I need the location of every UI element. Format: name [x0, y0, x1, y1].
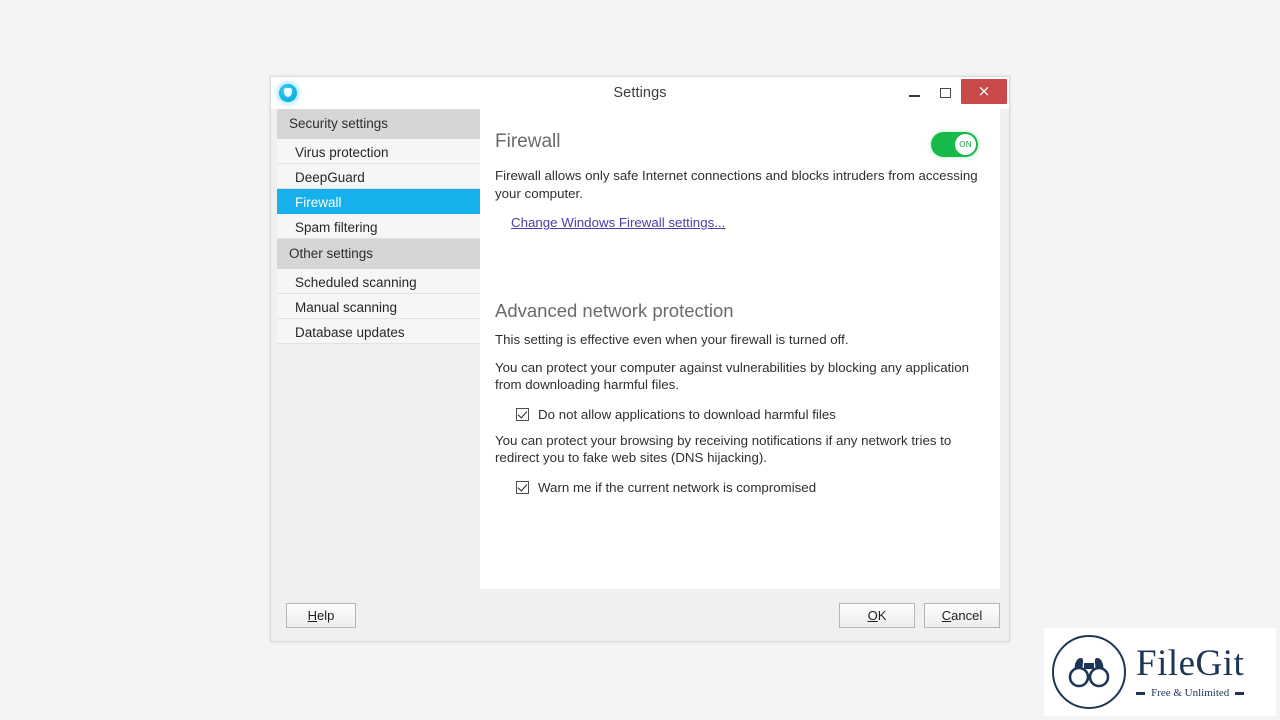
content-wrapper: Firewall ON Firewall allows only safe In…: [480, 109, 1009, 589]
sidebar-item-database-updates[interactable]: Database updates: [277, 319, 480, 344]
minimize-button[interactable]: [899, 77, 930, 109]
close-button[interactable]: ×: [961, 79, 1007, 104]
filegit-wordmark: FileGit Free & Unlimited: [1136, 643, 1245, 699]
checkbox-row-network-compromised[interactable]: Warn me if the current network is compro…: [516, 480, 978, 495]
filegit-tagline-row: Free & Unlimited: [1136, 687, 1245, 699]
close-icon: ×: [977, 82, 991, 100]
checkbox-harmful-files[interactable]: [516, 407, 529, 421]
sidebar-empty-area: [277, 344, 480, 589]
ok-button[interactable]: OK: [839, 602, 915, 628]
firewall-section-header: Firewall ON: [495, 131, 978, 157]
sidebar-item-manual-scanning[interactable]: Manual scanning: [277, 294, 480, 319]
sidebar-item-firewall[interactable]: Firewall: [277, 189, 480, 214]
sidebar-item-scheduled-scanning[interactable]: Scheduled scanning: [277, 269, 480, 294]
advanced-paragraph-1: You can protect your computer against vu…: [495, 359, 970, 393]
checkbox-network-compromised-label: Warn me if the current network is compro…: [538, 480, 817, 496]
filegit-watermark: FileGit Free & Unlimited: [1044, 628, 1276, 716]
checkbox-harmful-files-label: Do not allow applications to download ha…: [538, 406, 836, 422]
checkbox-network-compromised[interactable]: [516, 481, 529, 495]
change-windows-firewall-settings-link[interactable]: Change Windows Firewall settings...: [511, 215, 725, 230]
sidebar-item-deepguard[interactable]: DeepGuard: [277, 164, 480, 189]
binoculars-icon: [1052, 635, 1126, 709]
sidebar-group-security-settings: Security settings: [277, 109, 480, 139]
firewall-toggle[interactable]: ON: [931, 132, 978, 157]
settings-sidebar: Security settings Virus protection DeepG…: [277, 109, 480, 589]
firewall-description: Firewall allows only safe Internet conne…: [495, 168, 978, 201]
title-bar: Settings ×: [271, 77, 1009, 109]
window-body: Security settings Virus protection DeepG…: [271, 109, 1009, 589]
advanced-paragraph-2: You can protect your browsing by receivi…: [495, 432, 952, 466]
filegit-tagline: Free & Unlimited: [1151, 687, 1230, 699]
checkbox-row-harmful-files[interactable]: Do not allow applications to download ha…: [516, 407, 978, 422]
filegit-name: FileGit: [1136, 643, 1245, 684]
cancel-button[interactable]: Cancel: [924, 602, 1000, 628]
maximize-button[interactable]: [930, 77, 961, 109]
sidebar-item-spam-filtering[interactable]: Spam filtering: [277, 214, 480, 239]
tagline-rule-right: [1235, 691, 1245, 695]
tagline-rule-left: [1136, 691, 1146, 695]
window-controls: ×: [899, 77, 1009, 109]
settings-content-panel: Firewall ON Firewall allows only safe In…: [480, 109, 1000, 589]
sidebar-group-other-settings: Other settings: [277, 239, 480, 269]
firewall-title: Firewall: [495, 131, 561, 152]
dialog-footer: Help OK Cancel: [271, 589, 1009, 641]
help-button[interactable]: Help: [286, 602, 356, 628]
sidebar-item-virus-protection[interactable]: Virus protection: [277, 139, 480, 164]
advanced-note: This setting is effective even when your…: [495, 332, 849, 348]
settings-window: Settings × Security settings Virus prote…: [270, 76, 1010, 642]
minimize-icon: [909, 94, 920, 97]
advanced-network-protection-title: Advanced network protection: [495, 300, 734, 322]
maximize-icon: [940, 88, 951, 98]
firewall-toggle-state: ON: [955, 134, 976, 155]
